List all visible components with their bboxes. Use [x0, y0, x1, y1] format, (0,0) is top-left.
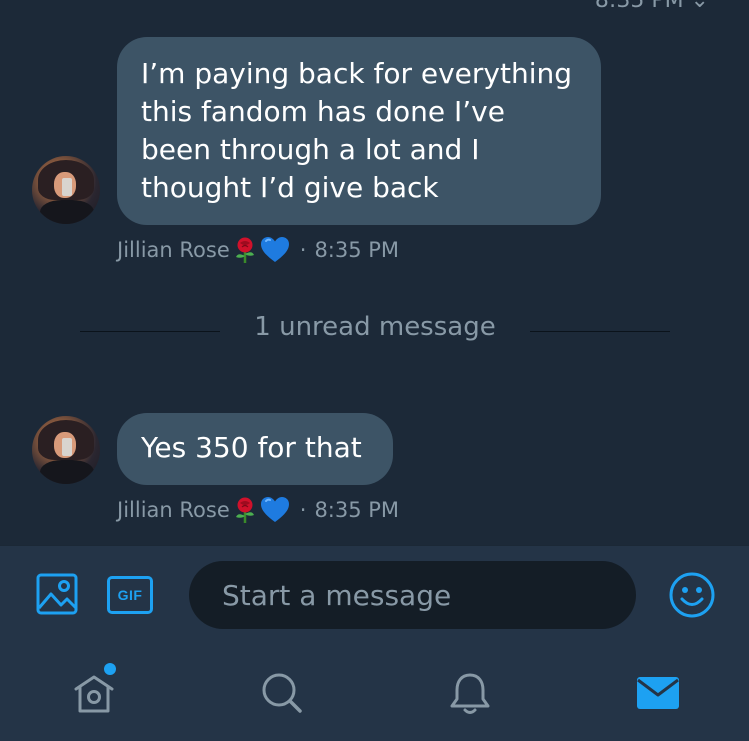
message-bubble[interactable]: I’m paying back for everything this fand…: [117, 37, 601, 225]
emoji-icon: [668, 572, 716, 623]
message-composer: GIF: [0, 545, 749, 645]
message-meta: Jillian Rose · 8:35 PM: [117, 496, 399, 524]
message-time: 8:35 PM: [314, 238, 400, 262]
rose-icon: [232, 496, 258, 524]
tab-notifications[interactable]: [446, 669, 494, 717]
message-time: 8:35 PM: [314, 498, 400, 522]
message-bubble[interactable]: Yes 350 for that: [117, 413, 393, 485]
message-meta: Jillian Rose · 8:35 PM: [117, 236, 399, 264]
home-icon: [70, 669, 118, 717]
sender-avatar[interactable]: [32, 416, 100, 484]
previous-timestamp: 8:35 PM ⌄: [594, 0, 709, 13]
sender-name: Jillian Rose: [117, 238, 230, 262]
emoji-button[interactable]: [668, 571, 716, 623]
meta-separator: ·: [299, 238, 307, 262]
unread-divider: 1 unread message: [80, 312, 670, 348]
notifications-icon: [446, 669, 494, 717]
rose-icon: [232, 236, 258, 264]
dm-conversation-screen: 8:35 PM ⌄ I’m paying back for everything…: [0, 0, 749, 741]
sender-avatar[interactable]: [32, 156, 100, 224]
unread-label: 1 unread message: [254, 312, 496, 342]
tab-messages[interactable]: [634, 669, 682, 717]
blue-heart-icon: [260, 496, 290, 524]
sender-name: Jillian Rose: [117, 498, 230, 522]
add-photo-button[interactable]: [36, 572, 78, 620]
message-text: Yes 350 for that: [141, 431, 362, 464]
new-content-dot: [104, 663, 116, 675]
meta-separator: ·: [299, 498, 307, 522]
bottom-tab-bar: [0, 645, 749, 741]
gif-button[interactable]: GIF: [107, 576, 153, 614]
messages-icon: [634, 669, 682, 717]
search-icon: [258, 669, 306, 717]
blue-heart-icon: [260, 236, 290, 264]
gif-label: GIF: [117, 587, 143, 603]
message-input[interactable]: [189, 561, 636, 629]
tab-home[interactable]: [70, 663, 118, 717]
message-text: I’m paying back for everything this fand…: [141, 57, 573, 204]
image-icon: [36, 573, 78, 620]
tab-search[interactable]: [258, 669, 306, 717]
divider-line-right: [530, 331, 670, 332]
